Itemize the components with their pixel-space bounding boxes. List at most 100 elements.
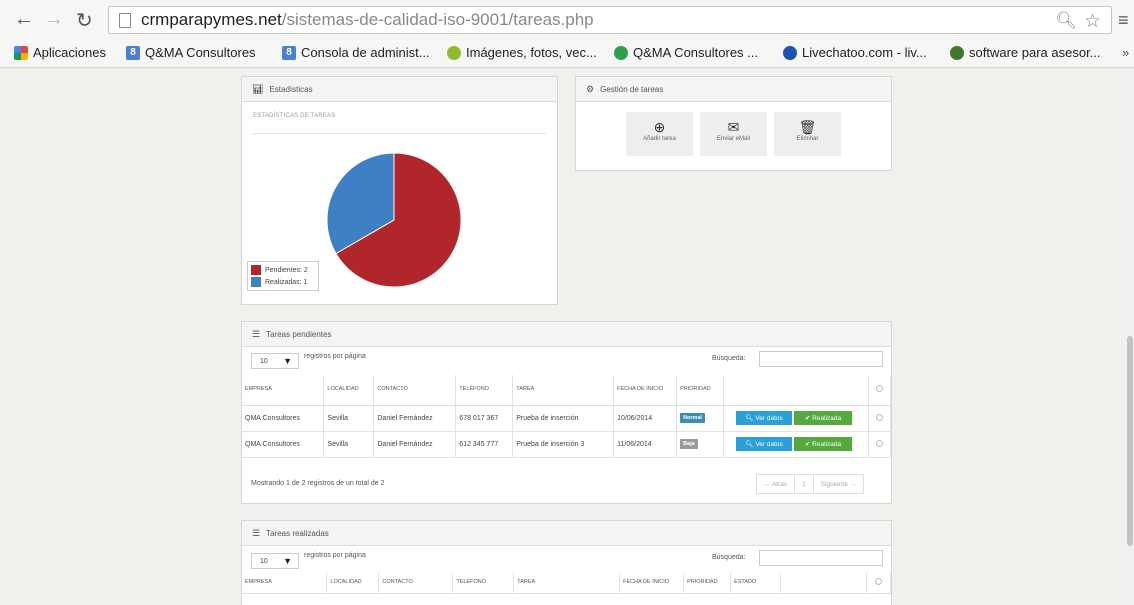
scrollbar-thumb[interactable] [1127,336,1133,546]
stats-panel-title: Estadísticas [269,84,313,94]
mark-done-label: Realizada [812,415,842,422]
column-header[interactable]: EMPRESA [242,375,325,406]
menu-icon[interactable]: ≡ [1118,10,1129,31]
mark-done-button[interactable]: ✔ Realizada [793,437,852,451]
cell-tarea: Prueba de inserción [512,405,615,432]
gear-icon: ⚙ [586,83,595,94]
chat-bubble-icon [614,45,628,60]
cell-empresa: QMA Consultores [242,431,325,458]
mark-done-button[interactable]: ✔ Realizada [793,411,852,425]
select-all-radio[interactable] [874,577,882,585]
page-length-select[interactable]: 10 ▼ [251,353,299,369]
select-header [866,573,892,594]
bookmark-imagenes[interactable]: Imágenes, fotos, vec... [447,45,597,60]
row-select-radio[interactable] [875,413,883,421]
view-data-button[interactable]: 🔍︎ Ver datos [736,411,793,425]
delete-button[interactable]: 🗑︎ Eliminar [774,112,841,156]
column-header[interactable]: PRIORIDAD [676,375,725,406]
scrollbar[interactable] [1125,68,1134,605]
actions-header [780,573,867,594]
column-header[interactable]: FECHA DE INICIO [619,573,685,594]
completed-tasks-panel: ☰ Tareas realizadas 10 ▼ registros por p… [241,520,892,605]
column-header[interactable]: FECHA DE INICIO [613,375,678,406]
pagination-page[interactable]: 1 [795,475,814,493]
cell-telefono: 612 345 777 [455,431,514,458]
cell-select [868,405,892,432]
table-header-row: EMPRESA LOCALIDAD CONTACTO TELÉFONO TARE… [242,573,892,594]
bookmark-label: Aplicaciones [33,45,106,60]
legend-item-pendientes: Pendientes: 2 [251,264,315,276]
page-length-value: 10 [260,358,268,365]
back-arrow-icon[interactable]: ← [14,8,34,31]
bar-chart-icon: 📊︎ [252,83,264,94]
bookmarks-bar: Aplicaciones 8 Q&MA Consultores 8 Consol… [0,42,1134,66]
address-bar[interactable]: crmparapymes.net/sistemas-de-calidad-iso… [108,6,1112,34]
add-task-label: Añadir tarea [643,136,676,142]
google-sites-icon: 8 [282,45,296,60]
cell-select [868,431,892,458]
column-header[interactable]: TELÉFONO [452,573,515,594]
bookmark-consola[interactable]: 8 Consola de administ... [282,45,430,60]
search-input[interactable] [759,351,883,367]
column-header[interactable]: TELÉFONO [455,375,514,406]
column-header[interactable]: PRIORIDAD [683,573,732,594]
table-row: QMA Consultores Sevilla Daniel Fernández… [242,405,892,432]
bookmark-livechatoo[interactable]: Livechatoo.com - liv... [783,45,927,60]
envelope-icon: ✉ [727,119,740,135]
legend-label: Pendientes: 2 [265,266,308,274]
bookmark-software[interactable]: software para asesor... [950,45,1101,60]
column-header[interactable]: TAREA [513,573,621,594]
priority-badge: Normal [680,413,706,423]
plus-circle-icon: ⊕ [653,119,666,135]
add-task-button[interactable]: ⊕ Añadir tarea [626,112,693,156]
list-icon: ☰ [252,328,261,339]
bookmark-qma[interactable]: 8 Q&MA Consultores [126,45,256,60]
reload-icon[interactable]: ↻ [76,8,93,33]
mark-done-label: Realizada [812,441,842,448]
bookmark-star-icon[interactable]: ☆ [1084,10,1101,33]
select-all-radio[interactable] [875,384,883,392]
list-icon: ☰ [252,527,261,538]
cell-fecha: 11/06/2014 [613,431,678,458]
column-header[interactable]: ESTADO [730,573,782,594]
column-header[interactable]: CONTACTO [373,375,457,406]
column-header[interactable]: LOCALIDAD [323,375,375,406]
cell-empresa: QMA Consultores [242,405,325,432]
zoom-icon[interactable]: 🔍︎ [1055,11,1077,31]
stats-subtitle: ESTADÍSTICAS DE TAREAS [253,113,336,119]
completed-tasks-table: EMPRESA LOCALIDAD CONTACTO TELÉFONO TARE… [242,573,892,594]
column-header[interactable]: EMPRESA [242,573,328,594]
cell-contacto: Daniel Fernández [373,431,457,458]
column-header[interactable]: TAREA [512,375,615,406]
pagination-next[interactable]: Siguiente → [814,475,863,493]
cell-localidad: Sevilla [323,405,375,432]
bookmark-apps[interactable]: Aplicaciones [14,45,106,60]
url-path: /sistemas-de-calidad-iso-9001/tareas.php [281,10,594,29]
circle-logo-icon [447,45,461,60]
row-select-radio[interactable] [875,439,883,447]
cell-localidad: Sevilla [323,431,375,458]
apps-grid-icon [14,45,28,60]
cell-contacto: Daniel Fernández [373,405,457,432]
pagination: ← Atrás 1 Siguiente → [756,474,865,494]
column-header[interactable]: CONTACTO [378,573,454,594]
url-text[interactable]: crmparapymes.net/sistemas-de-calidad-iso… [141,10,594,30]
view-data-button[interactable]: 🔍︎ Ver datos [736,437,793,451]
pending-tasks-panel: ☰ Tareas pendientes 10 ▼ registros por p… [241,321,892,504]
pagination-prev[interactable]: ← Atrás [757,475,796,493]
bookmark-label: software para asesor... [969,45,1101,60]
bookmark-qma-chat[interactable]: Q&MA Consultores ... [614,45,758,60]
bookmark-label: Livechatoo.com - liv... [802,45,927,60]
search-label: Búsqueda: [712,355,746,362]
forward-arrow-icon[interactable]: → [44,8,64,31]
bookmarks-more[interactable]: » [1122,45,1129,60]
table-header-row: EMPRESA LOCALIDAD CONTACTO TELÉFONO TARE… [242,375,892,406]
send-email-button[interactable]: ✉ Enviar eMail [700,112,767,156]
divider [252,133,546,134]
search-input[interactable] [759,550,883,566]
task-management-panel: ⚙ Gestión de tareas ⊕ Añadir tarea ✉ Env… [575,76,892,171]
column-header[interactable]: LOCALIDAD [326,573,380,594]
page-length-select[interactable]: 10 ▼ [251,553,299,569]
select-header [868,375,892,406]
legend-swatch [251,265,261,275]
